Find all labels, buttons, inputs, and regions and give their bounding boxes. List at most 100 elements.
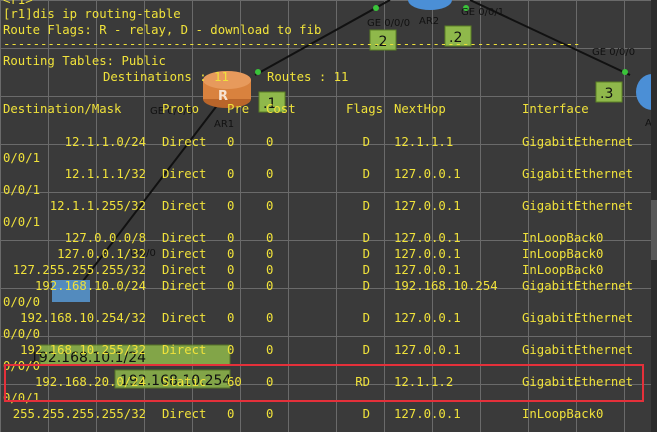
- cell-cost: 0: [266, 407, 274, 421]
- cell-cost: 0: [266, 231, 274, 245]
- cell-proto: Direct: [162, 231, 207, 245]
- cell-iface: InLoopBack0: [522, 263, 604, 277]
- cell-pre: 0: [227, 263, 235, 277]
- destinations-count: Destinations : 11: [103, 70, 229, 84]
- header-nexthop: NextHop: [394, 102, 446, 116]
- cell-dest: 127.0.0.1/32: [57, 247, 146, 261]
- interface-wrap: 0/0/0: [3, 327, 41, 341]
- table-row: 192.168.10.255/32 Direct 0 0 D 127.0.0.1 Gigab…: [0, 342, 657, 358]
- cell-proto: Direct: [162, 279, 207, 293]
- cell-flags: D: [362, 263, 370, 277]
- cell-nexthop: 12.1.1.1: [394, 135, 454, 149]
- cell-flags: D: [362, 343, 370, 357]
- table-row: 127.0.0.1/32 Direct 0 0 D 127.0.0.1 InLoopBack…: [0, 246, 657, 262]
- table-row: 127.255.255.255/32 Direct 0 0 D 127.0.0.1 InLo…: [0, 262, 657, 278]
- cell-cost: 0: [266, 167, 274, 181]
- cell-iface: InLoopBack0: [522, 231, 604, 245]
- cell-nexthop: 127.0.0.1: [394, 167, 461, 181]
- cell-iface: GigabitEthernet: [522, 311, 634, 325]
- cell-nexthop: 127.0.0.1: [394, 247, 461, 261]
- cell-flags: D: [362, 199, 370, 213]
- cell-nexthop: 127.0.0.1: [394, 263, 461, 277]
- cell-nexthop: 192.168.10.254: [394, 279, 498, 293]
- cell-pre: 0: [227, 407, 235, 421]
- cell-flags: D: [362, 311, 370, 325]
- table-row: 12.1.1.0/24 Direct 0 0 D 12.1.1.1 GigabitEther…: [0, 134, 657, 150]
- routes-count: Routes : 11: [267, 70, 349, 84]
- cell-iface: GigabitEthernet: [522, 199, 634, 213]
- interface-wrap: 0/0/0: [3, 295, 41, 309]
- table-row: 255.255.255.255/32 Direct 0 0 D 127.0.0.1 InLo…: [0, 406, 657, 422]
- cell-dest: 192.168.10.254/32: [20, 311, 146, 325]
- cell-cost: 0: [266, 279, 274, 293]
- cell-flags: D: [362, 231, 370, 245]
- cell-iface: GigabitEthernet: [522, 279, 634, 293]
- table-row: 12.1.1.1/32 Direct 0 0 D 127.0.0.1 GigabitEthe…: [0, 166, 657, 182]
- cell-dest: 127.255.255.255/32: [12, 263, 146, 277]
- cell-pre: 0: [227, 231, 235, 245]
- scrollbar-thumb[interactable]: [651, 200, 657, 260]
- cell-iface: GigabitEthernet: [522, 135, 634, 149]
- cell-flags: D: [362, 167, 370, 181]
- header-flags: Flags: [346, 102, 384, 116]
- cell-pre: 0: [227, 311, 235, 325]
- separator-line: ----------------------------------------…: [3, 37, 581, 51]
- header-pre: Pre: [227, 102, 250, 116]
- header-proto: Proto: [162, 102, 200, 116]
- cell-proto: Direct: [162, 263, 207, 277]
- cell-pre: 0: [227, 167, 235, 181]
- table-row: 192.168.10.0/24 Direct 0 0 D 192.168.10.254 Gi…: [0, 278, 657, 294]
- cell-nexthop: 127.0.0.1: [394, 343, 461, 357]
- cell-cost: 0: [266, 263, 274, 277]
- cell-dest: 12.1.1.0/24: [64, 135, 146, 149]
- cell-dest: 192.168.10.0/24: [34, 279, 146, 293]
- interface-wrap: 0/0/1: [3, 183, 41, 197]
- cell-nexthop: 127.0.0.1: [394, 311, 461, 325]
- cell-flags: D: [362, 407, 370, 421]
- cell-dest: 12.1.1.255/32: [49, 199, 146, 213]
- table-row: 127.0.0.0/8 Direct 0 0 D 127.0.0.1 InLoopBack0: [0, 230, 657, 246]
- table-row: 192.168.10.254/32 Direct 0 0 D 127.0.0.1 Gigab…: [0, 310, 657, 326]
- cell-proto: Direct: [162, 343, 207, 357]
- cell-proto: Direct: [162, 311, 207, 325]
- cell-dest: 127.0.0.0/8: [64, 231, 146, 245]
- cell-cost: 0: [266, 343, 274, 357]
- cell-pre: 0: [227, 199, 235, 213]
- table-header: Destination/Mask Proto Pre Cost Flags Ne…: [0, 101, 657, 117]
- cell-iface: InLoopBack0: [522, 407, 604, 421]
- cell-flags: D: [362, 247, 370, 261]
- cell-proto: Direct: [162, 407, 207, 421]
- header-destination: Destination/Mask: [3, 102, 122, 116]
- cell-pre: 0: [227, 279, 235, 293]
- cell-proto: Direct: [162, 135, 207, 149]
- cell-proto: Direct: [162, 247, 207, 261]
- cell-dest: 12.1.1.1/32: [64, 167, 146, 181]
- routing-tables-line: Routing Tables: Public: [3, 54, 166, 68]
- highlighted-static-route-box: [4, 364, 644, 402]
- cell-proto: Direct: [162, 167, 207, 181]
- interface-wrap: 0/0/1: [3, 151, 41, 165]
- cell-iface: GigabitEthernet: [522, 167, 634, 181]
- table-row: 12.1.1.255/32 Direct 0 0 D 127.0.0.1 GigabitEt…: [0, 198, 657, 214]
- cell-pre: 0: [227, 343, 235, 357]
- cell-pre: 0: [227, 247, 235, 261]
- header-interface: Interface: [522, 102, 589, 116]
- cell-nexthop: 127.0.0.1: [394, 231, 461, 245]
- cell-cost: 0: [266, 199, 274, 213]
- interface-wrap: 0/0/1: [3, 215, 41, 229]
- cell-proto: Direct: [162, 199, 207, 213]
- cell-pre: 0: [227, 135, 235, 149]
- cell-iface: InLoopBack0: [522, 247, 604, 261]
- cell-dest: 192.168.10.255/32: [20, 343, 146, 357]
- cell-cost: 0: [266, 311, 274, 325]
- command-line: [r1]dis ip routing-table: [3, 7, 181, 21]
- cell-flags: D: [362, 135, 370, 149]
- cell-flags: D: [362, 279, 370, 293]
- cell-iface: GigabitEthernet: [522, 343, 634, 357]
- cell-cost: 0: [266, 247, 274, 261]
- cell-dest: 255.255.255.255/32: [12, 407, 146, 421]
- cell-cost: 0: [266, 135, 274, 149]
- terminal-window[interactable]: <r1> [r1]dis ip routing-table Route Flag…: [0, 0, 657, 432]
- terminal-scrollbar[interactable]: [651, 0, 657, 432]
- header-cost: Cost: [266, 102, 296, 116]
